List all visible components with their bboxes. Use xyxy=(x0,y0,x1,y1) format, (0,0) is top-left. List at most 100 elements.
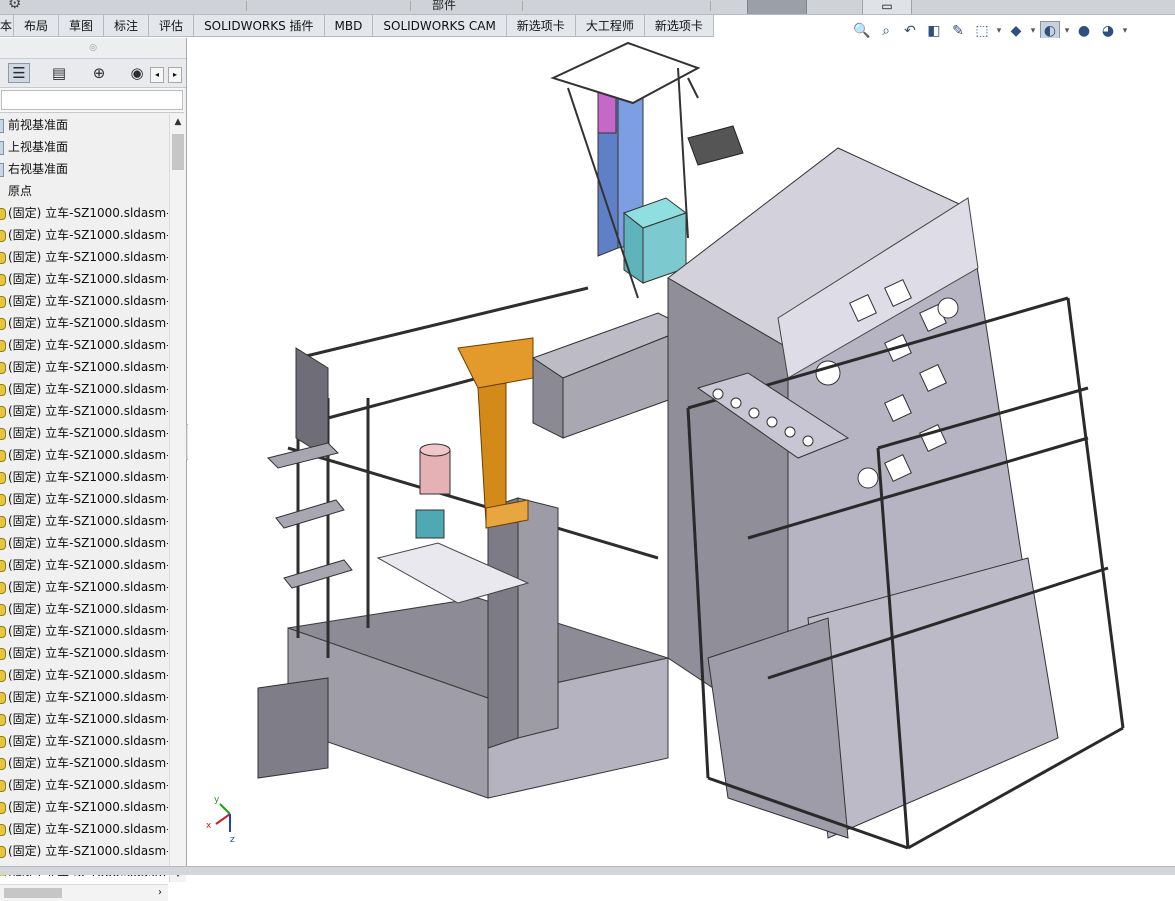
tree-item-component[interactable]: (固定) 立车-SZ1000.sldasm-F xyxy=(0,576,168,598)
tab-features[interactable]: 本 xyxy=(0,15,14,37)
tree-item-label: (固定) 立车-SZ1000.sldasm-F xyxy=(8,250,168,264)
component-icon xyxy=(0,318,6,330)
side-plate xyxy=(295,347,329,459)
component-icon xyxy=(0,802,6,814)
tree-item-component[interactable]: (固定) 立车-SZ1000.sldasm-F xyxy=(0,752,168,774)
tree-item-component[interactable]: (固定) 立车-SZ1000.sldasm-F xyxy=(0,444,168,466)
tree-item-component[interactable]: (固定) 立车-SZ1000.sldasm-F xyxy=(0,708,168,730)
property-manager-icon[interactable]: ▤ xyxy=(48,63,70,83)
options-gear-icon[interactable]: ⚙ xyxy=(8,0,28,12)
tree-item-component[interactable]: (固定) 立车-SZ1000.sldasm-F xyxy=(0,510,168,532)
tree-item-component[interactable]: (固定) 立车-SZ1000.sldasm-F xyxy=(0,356,168,378)
component-icon xyxy=(0,362,6,374)
component-icon xyxy=(0,582,6,594)
tree-item-component[interactable]: (固定) 立车-SZ1000.sldasm-F xyxy=(0,796,168,818)
tree-item-component[interactable]: (固定) 立车-SZ1000.sldasm-F xyxy=(0,620,168,642)
configuration-manager-icon[interactable]: ⊕ xyxy=(88,63,110,83)
tree-item-component[interactable]: (固定) 立车-SZ1000.sldasm-F xyxy=(0,290,168,312)
tree-item-label: (固定) 立车-SZ1000.sldasm-F xyxy=(8,690,168,704)
scroll-up-icon[interactable]: ▲ xyxy=(170,114,186,130)
tree-item-label: (固定) 立车-SZ1000.sldasm-F xyxy=(8,778,168,792)
tree-item-component[interactable]: (固定) 立车-SZ1000.sldasm-F xyxy=(0,268,168,290)
scroll-thumb[interactable] xyxy=(4,888,62,898)
toolbar-divider xyxy=(522,1,523,11)
tab-new-2[interactable]: 新选项卡 xyxy=(644,15,714,37)
tree-item-label: (固定) 立车-SZ1000.sldasm-F xyxy=(8,470,168,484)
component-icon xyxy=(0,450,6,462)
tree-item-label: (固定) 立车-SZ1000.sldasm-F xyxy=(8,294,168,308)
tree-item-component[interactable]: (固定) 立车-SZ1000.sldasm-F xyxy=(0,664,168,686)
triad-y-label: y xyxy=(214,795,220,805)
tab-markup[interactable]: 标注 xyxy=(104,15,150,37)
tree-item-component[interactable]: (固定) 立车-SZ1000.sldasm-F xyxy=(0,840,168,862)
feature-tree-icon[interactable]: ☰ xyxy=(8,63,30,83)
tabs-scroll-left-icon[interactable]: ◂ xyxy=(150,67,164,83)
tree-item-component[interactable]: (固定) 立车-SZ1000.sldasm-F xyxy=(0,598,168,620)
component-icon xyxy=(0,758,6,770)
component-icon xyxy=(0,494,6,506)
tree-item-component[interactable]: (固定) 立车-SZ1000.sldasm-F xyxy=(0,202,168,224)
tree-item-label: (固定) 立车-SZ1000.sldasm-F xyxy=(8,822,168,836)
tree-item-component[interactable]: (固定) 立车-SZ1000.sldasm-F xyxy=(0,532,168,554)
tree-item-component[interactable]: (固定) 立车-SZ1000.sldasm-F xyxy=(0,554,168,576)
bed xyxy=(531,312,690,439)
tree-item-front-plane[interactable]: 前视基准面 xyxy=(0,114,168,136)
tab-solidworks-addins[interactable]: SOLIDWORKS 插件 xyxy=(194,15,325,37)
tree-horizontal-scrollbar[interactable]: › xyxy=(0,884,168,901)
tree-filter-input[interactable] xyxy=(1,90,183,110)
tree-item-component[interactable]: (固定) 立车-SZ1000.sldasm-F xyxy=(0,818,168,840)
graphics-area[interactable]: x z y xyxy=(188,38,1175,874)
toolbar-gray-button[interactable] xyxy=(747,0,807,14)
component-icon xyxy=(0,648,6,660)
tab-new-1[interactable]: 新选项卡 xyxy=(506,15,576,37)
component-icon xyxy=(0,780,6,792)
machine-base xyxy=(257,597,670,799)
tree-item-component[interactable]: (固定) 立车-SZ1000.sldasm-F xyxy=(0,400,168,422)
tree-item-label: (固定) 立车-SZ1000.sldasm-F xyxy=(8,206,168,220)
feature-manager-tabs: ☰ ▤ ⊕ ◉ ◂ ▸ xyxy=(0,59,186,88)
component-icon xyxy=(0,670,6,682)
tab-sketch[interactable]: 草图 xyxy=(59,15,105,37)
tree-item-label: (固定) 立车-SZ1000.sldasm-F xyxy=(8,404,168,418)
toolbar-divider xyxy=(710,1,711,11)
scroll-right-icon[interactable]: › xyxy=(152,885,168,901)
component-icon xyxy=(0,626,6,638)
tree-item-label: (固定) 立车-SZ1000.sldasm-F xyxy=(8,712,168,726)
tree-item-component[interactable]: (固定) 立车-SZ1000.sldasm-F xyxy=(0,466,168,488)
tab-engineer[interactable]: 大工程师 xyxy=(575,15,645,37)
panel-splitter[interactable]: ◎ xyxy=(0,38,186,59)
tab-mbd[interactable]: MBD xyxy=(324,15,374,37)
command-manager-strip: ⚙ 部件 ▭ xyxy=(0,0,1175,15)
tree-item-label: (固定) 立车-SZ1000.sldasm-F xyxy=(8,536,168,550)
tree-item-component[interactable]: (固定) 立车-SZ1000.sldasm-F xyxy=(0,642,168,664)
tree-item-right-plane[interactable]: 右视基准面 xyxy=(0,158,168,180)
tree-item-label: (固定) 立车-SZ1000.sldasm-F xyxy=(8,734,168,748)
tree-item-component[interactable]: (固定) 立车-SZ1000.sldasm-F xyxy=(0,378,168,400)
tree-item-component[interactable]: (固定) 立车-SZ1000.sldasm-F xyxy=(0,334,168,356)
toolbar-divider xyxy=(410,1,411,11)
tree-item-component[interactable]: (固定) 立车-SZ1000.sldasm-F xyxy=(0,246,168,268)
tree-item-component[interactable]: (固定) 立车-SZ1000.sldasm-F xyxy=(0,422,168,444)
display-manager-icon[interactable]: ◉ xyxy=(126,63,148,83)
scroll-thumb[interactable] xyxy=(172,134,184,170)
tree-item-component[interactable]: (固定) 立车-SZ1000.sldasm-F xyxy=(0,686,168,708)
tree-vertical-scrollbar[interactable]: ▲ ▼ xyxy=(169,114,186,882)
tree-item-origin[interactable]: 原点 xyxy=(0,180,168,202)
cad-model-view: x z y xyxy=(206,41,1125,850)
tree-item-component[interactable]: (固定) 立车-SZ1000.sldasm-F xyxy=(0,224,168,246)
tree-item-label: (固定) 立车-SZ1000.sldasm-F xyxy=(8,338,168,352)
tree-item-label: (固定) 立车-SZ1000.sldasm-F xyxy=(8,668,168,682)
tree-item-component[interactable]: (固定) 立车-SZ1000.sldasm-F xyxy=(0,730,168,752)
toolbar-right-button[interactable]: ▭ xyxy=(862,0,912,14)
tree-item-component[interactable]: (固定) 立车-SZ1000.sldasm-F xyxy=(0,774,168,796)
tab-solidworks-cam[interactable]: SOLIDWORKS CAM xyxy=(373,15,507,37)
tree-item-component[interactable]: (固定) 立车-SZ1000.sldasm-F xyxy=(0,488,168,510)
plane-icon xyxy=(0,141,4,155)
tree-item-top-plane[interactable]: 上视基准面 xyxy=(0,136,168,158)
tab-layout[interactable]: 布局 xyxy=(14,15,60,37)
tab-evaluate[interactable]: 评估 xyxy=(149,15,195,37)
tabs-scroll-right-icon[interactable]: ▸ xyxy=(168,67,182,83)
tree-item-component[interactable]: (固定) 立车-SZ1000.sldasm-F xyxy=(0,312,168,334)
component-icon xyxy=(0,692,6,704)
tree-item-label: (固定) 立车-SZ1000.sldasm-F xyxy=(8,580,168,594)
